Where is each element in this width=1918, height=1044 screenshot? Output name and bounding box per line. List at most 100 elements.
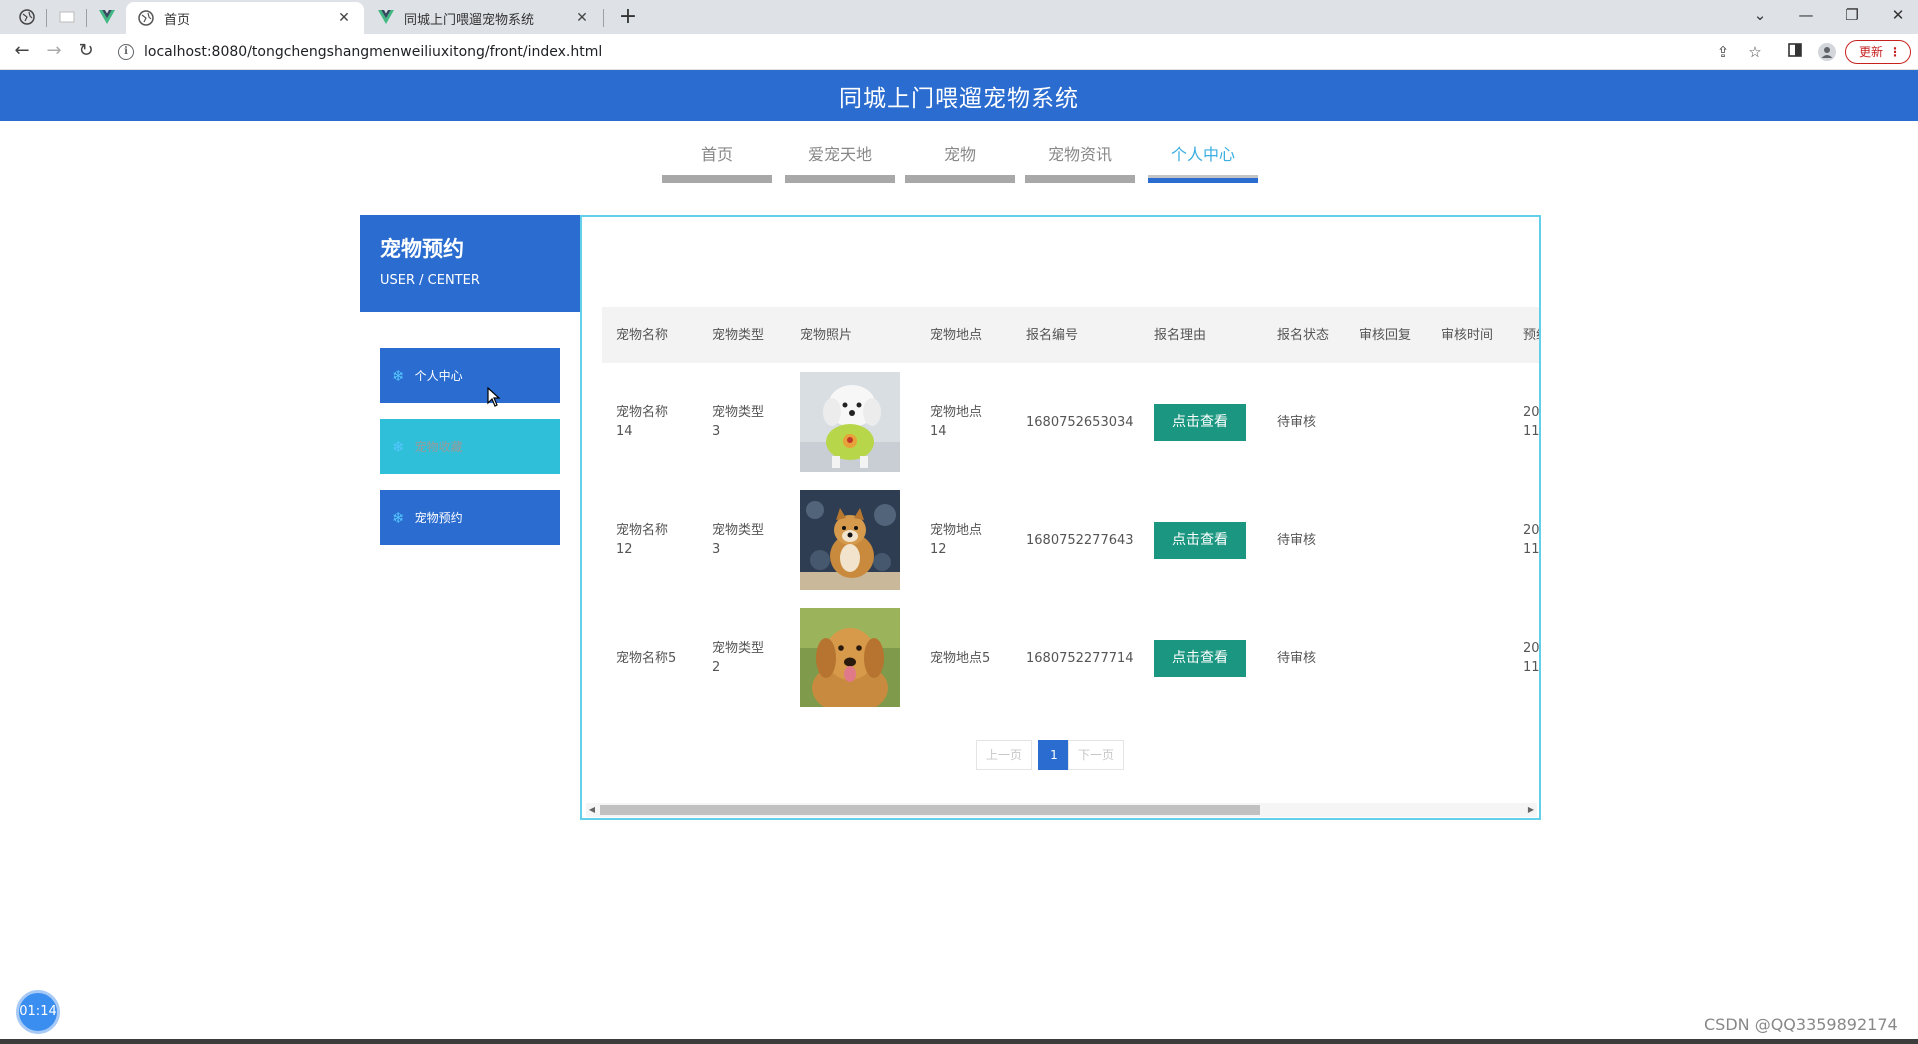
col-header: 宠物照片 — [800, 327, 853, 343]
pet-photo-cell — [786, 481, 916, 599]
reservation-panel: 宠物名称 宠物类型 宠物照片 宠物地点 报名编号 报名理由 报名状态 审核回复 … — [580, 215, 1541, 820]
signup-number: 1680752277643 — [1026, 532, 1134, 548]
share-icon[interactable]: ⇪ — [1714, 43, 1732, 61]
side-panel-icon[interactable] — [1786, 43, 1804, 61]
browser-update-button[interactable]: 更新 ⋮ — [1845, 40, 1911, 64]
tab-separator — [46, 9, 47, 27]
taskbar-edge — [0, 1039, 1918, 1044]
pet-type: 宠物类型3 — [712, 405, 765, 439]
pinned-tab-globe-icon[interactable] — [16, 6, 38, 28]
pinned-tab-blank-icon[interactable] — [56, 6, 78, 28]
reload-icon[interactable]: ↻ — [74, 40, 98, 64]
col-header: 报名编号 — [1026, 327, 1079, 343]
nav-label: 首页 — [700, 145, 733, 164]
new-tab-button[interactable]: + — [614, 4, 642, 32]
pet-photo-golden-retriever — [800, 608, 900, 707]
view-reason-button[interactable]: 点击查看 — [1154, 639, 1246, 677]
snowflake-icon: ❄ — [392, 508, 405, 527]
pet-photo-cell — [786, 599, 916, 707]
main-nav: 首页 爱宠天地 宠物 宠物资讯 个人中心 — [0, 143, 1918, 183]
pet-name: 宠物名称12 — [616, 523, 669, 557]
table-row: 宠物名称12 宠物类型3 宠物地点12 1680752277643 点击查看 待… — [602, 481, 1540, 599]
col-header: 宠物类型 — [712, 327, 765, 343]
tab-title: 同城上门喂遛宠物系统 — [404, 12, 535, 28]
globe-icon — [138, 10, 154, 26]
pet-place: 宠物地点5 — [930, 650, 991, 666]
scroll-left-icon[interactable]: ◀ — [586, 803, 598, 817]
pagination: 上一页 1 下一页 — [582, 740, 1539, 770]
nav-label: 宠物 — [943, 145, 976, 164]
back-icon[interactable]: ← — [10, 40, 34, 64]
col-header: 宠物地点 — [930, 327, 983, 343]
site-title: 同城上门喂遛宠物系统 — [839, 85, 1079, 112]
sidebar-item-label: 个人中心 — [414, 369, 463, 383]
col-header: 预约 — [1523, 327, 1539, 343]
site-header: 同城上门喂遛宠物系统 — [0, 70, 1918, 121]
pet-place: 宠物地点14 — [930, 405, 983, 439]
pet-type: 宠物类型3 — [712, 523, 765, 557]
sidebar-item-label: 宠物预约 — [414, 511, 463, 525]
next-page-button[interactable]: 下一页 — [1068, 740, 1124, 770]
col-header: 审核回复 — [1359, 327, 1412, 343]
browser-tab-bar: 首页 ✕ 同城上门喂遛宠物系统 ✕ + ⌄ — ❐ ✕ — [0, 0, 1918, 34]
tab-pet-system[interactable]: 同城上门喂遛宠物系统 ✕ — [366, 2, 602, 34]
tab-search-icon[interactable]: ⌄ — [1740, 4, 1780, 28]
col-header: 报名理由 — [1154, 327, 1207, 343]
reserve-time: 202 11: — [1523, 641, 1540, 675]
mouse-cursor-icon — [487, 387, 501, 407]
pet-photo-white-poodle — [800, 372, 900, 472]
close-window-button[interactable]: ✕ — [1878, 4, 1918, 28]
sidebar-subtitle: USER / CENTER — [380, 273, 480, 288]
sidebar-item-favorites[interactable]: ❄ 宠物收藏 — [380, 419, 560, 474]
browser-toolbar: ← → ↻ i localhost:8080/tongchengshangmen… — [0, 34, 1918, 70]
nav-home[interactable]: 首页 — [662, 143, 772, 183]
scrollbar-thumb[interactable] — [600, 805, 1260, 815]
signup-status: 待审核 — [1277, 532, 1317, 548]
pinned-tab-vue-icon[interactable] — [96, 6, 118, 28]
scroll-right-icon[interactable]: ▶ — [1525, 803, 1537, 817]
tab-separator — [603, 9, 604, 27]
nav-pets[interactable]: 宠物 — [905, 143, 1015, 183]
signup-number: 1680752653034 — [1026, 414, 1134, 430]
reservation-table-container[interactable]: 宠物名称 宠物类型 宠物照片 宠物地点 报名编号 报名理由 报名状态 审核回复 … — [602, 307, 1540, 707]
minimize-button[interactable]: — — [1786, 4, 1826, 28]
page-number-button[interactable]: 1 — [1038, 740, 1070, 770]
restore-button[interactable]: ❐ — [1832, 4, 1872, 28]
vue-icon — [378, 10, 394, 26]
nav-pet-world[interactable]: 爱宠天地 — [785, 143, 895, 183]
reserve-time: 202 11: — [1523, 523, 1540, 557]
nav-user-center[interactable]: 个人中心 — [1148, 143, 1258, 183]
pet-place: 宠物地点12 — [930, 523, 983, 557]
col-header: 审核时间 — [1441, 327, 1494, 343]
view-reason-button[interactable]: 点击查看 — [1154, 521, 1246, 559]
site-info-icon[interactable]: i — [118, 44, 134, 60]
pet-photo-shiba-dog — [800, 490, 900, 590]
snowflake-icon: ❄ — [392, 366, 405, 385]
tab-home[interactable]: 首页 ✕ — [126, 2, 364, 34]
tab-title: 首页 — [164, 12, 191, 28]
sidebar-item-reservations[interactable]: ❄ 宠物预约 — [380, 490, 560, 545]
forward-icon[interactable]: → — [42, 40, 66, 64]
sidebar-item-user-center[interactable]: ❄ 个人中心 — [380, 348, 560, 403]
nav-label: 爱宠天地 — [807, 145, 872, 164]
recording-timer: 01:14 — [16, 990, 60, 1034]
view-reason-button[interactable]: 点击查看 — [1154, 403, 1246, 441]
audit-time — [1427, 481, 1509, 599]
reserve-time: 202 11: — [1523, 405, 1540, 439]
close-tab-icon[interactable]: ✕ — [574, 10, 590, 26]
profile-avatar-icon[interactable] — [1818, 43, 1836, 61]
close-tab-icon[interactable]: ✕ — [336, 10, 352, 26]
audit-time — [1427, 363, 1509, 481]
horizontal-scrollbar[interactable]: ◀ ▶ — [586, 803, 1537, 817]
url-text: localhost:8080/tongchengshangmenweiliuxi… — [144, 44, 603, 60]
more-menu-icon[interactable]: ⋮ — [1889, 41, 1901, 63]
signup-number: 1680752277714 — [1026, 650, 1134, 666]
bookmark-star-icon[interactable]: ☆ — [1746, 43, 1764, 61]
prev-page-button[interactable]: 上一页 — [976, 740, 1032, 770]
address-bar[interactable]: i localhost:8080/tongchengshangmenweiliu… — [110, 38, 1750, 66]
nav-pet-news[interactable]: 宠物资讯 — [1025, 143, 1135, 183]
pet-photo-cell — [786, 363, 916, 481]
pet-type: 宠物类型2 — [712, 641, 765, 675]
pet-name: 宠物名称14 — [616, 405, 669, 439]
audit-reply — [1345, 599, 1427, 707]
